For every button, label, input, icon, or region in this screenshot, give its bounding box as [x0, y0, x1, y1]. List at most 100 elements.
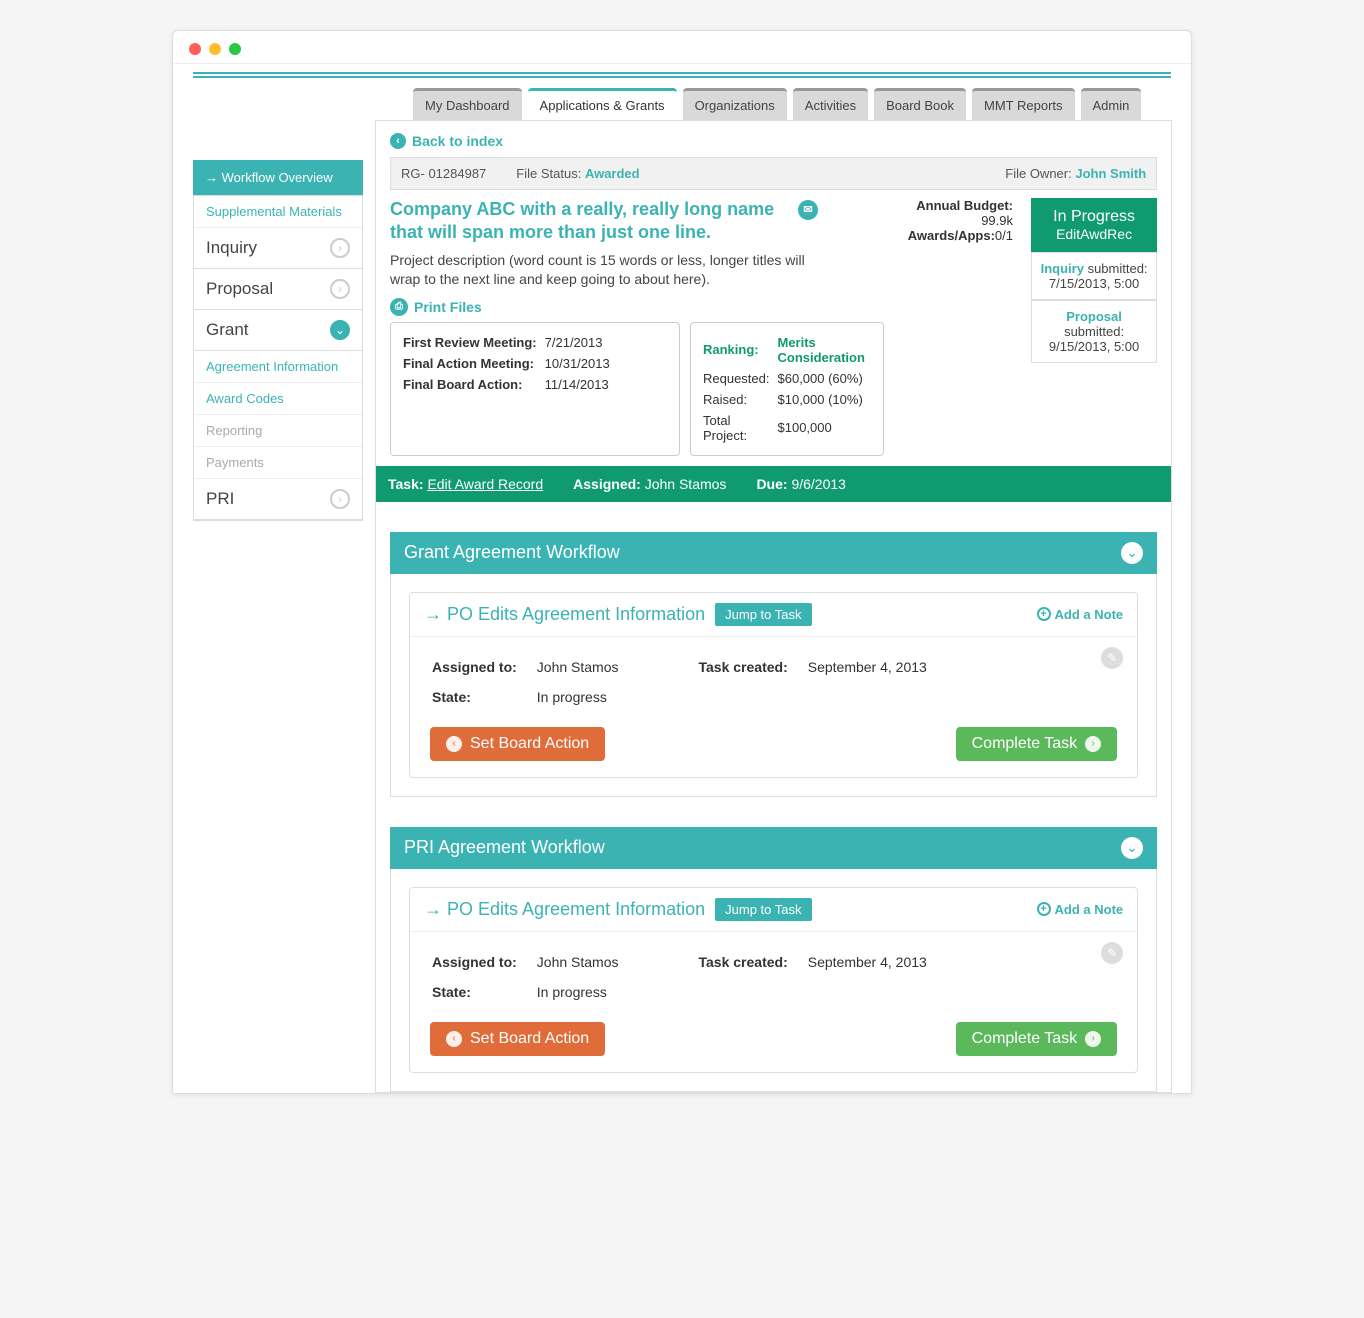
file-status-label: File Status: — [516, 166, 581, 181]
ranking-label: Ranking: — [703, 333, 776, 367]
browser-chrome — [173, 31, 1191, 64]
workflow-header[interactable]: Grant Agreement Workflow ⌄ — [390, 532, 1157, 574]
window-minimize-icon[interactable] — [209, 43, 221, 55]
set-board-action-button[interactable]: ‹Set Board Action — [430, 1022, 605, 1056]
edit-icon[interactable]: ✎ — [1101, 647, 1123, 669]
complete-task-button[interactable]: Complete Task› — [956, 727, 1118, 761]
workflow-panel: Grant Agreement Workflow ⌄ PO Edits Agreem… — [390, 532, 1157, 797]
tab-mmt-reports[interactable]: MMT Reports — [972, 88, 1075, 120]
file-status-value: Awarded — [585, 166, 640, 181]
add-note-button[interactable]: +Add a Note — [1037, 902, 1124, 917]
sidebar-header-label: Workflow Overview — [222, 170, 333, 185]
task-link[interactable]: Edit Award Record — [427, 476, 543, 492]
window-close-icon[interactable] — [189, 43, 201, 55]
chevron-right-icon: › — [330, 238, 350, 258]
complete-task-button[interactable]: Complete Task› — [956, 1022, 1118, 1056]
sidebar-stage-label: Proposal — [206, 279, 273, 299]
plus-icon: + — [1037, 607, 1051, 621]
arrow-left-icon: ‹ — [446, 736, 462, 752]
record-description: Project description (word count is 15 wo… — [390, 251, 810, 290]
workflow-panel: PRI Agreement Workflow ⌄ PO Edits Agreemen… — [390, 827, 1157, 1092]
sidebar-stage-proposal[interactable]: Proposal › — [194, 269, 362, 310]
sidebar-stage-pri[interactable]: PRI › — [194, 479, 362, 520]
task-bar: Task: Edit Award Record Assigned: John S… — [376, 466, 1171, 502]
meeting-value: 11/14/2013 — [545, 375, 616, 394]
sidebar-link-supplemental[interactable]: Supplemental Materials — [194, 196, 362, 228]
mail-icon[interactable]: ✉ — [798, 200, 818, 220]
window-maximize-icon[interactable] — [229, 43, 241, 55]
state-label: State: — [432, 978, 535, 1006]
ranking-row-label: Raised: — [703, 390, 776, 409]
sidebar-stage-inquiry[interactable]: Inquiry › — [194, 228, 362, 269]
task-card: PO Edits Agreement Information Jump to Ta… — [409, 592, 1138, 778]
main-content: ‹ Back to index RG- 01284987 File Status… — [375, 120, 1172, 1093]
tab-board-book[interactable]: Board Book — [874, 88, 966, 120]
arrow-left-icon: ‹ — [446, 1031, 462, 1047]
browser-window: My DashboardApplications & GrantsOrganiz… — [172, 30, 1192, 1094]
chevron-right-icon: › — [330, 279, 350, 299]
meeting-label: Final Action Meeting: — [403, 354, 543, 373]
status-inquiry: Inquiry submitted: 7/15/2013, 5:00 — [1031, 252, 1157, 300]
status-column: In Progress EditAwdRec Inquiry submitted… — [1031, 198, 1157, 456]
workflow-header[interactable]: PRI Agreement Workflow ⌄ — [390, 827, 1157, 869]
ranking-box: Ranking:Merits Consideration Requested:$… — [690, 322, 884, 456]
top-tabs: My DashboardApplications & GrantsOrganiz… — [413, 88, 1171, 120]
state-label: State: — [432, 683, 535, 711]
file-ref: RG- 01284987 — [401, 166, 486, 181]
ranking-value: Merits Consideration — [778, 333, 871, 367]
arrow-right-icon — [205, 170, 222, 185]
meeting-value: 10/31/2013 — [545, 354, 616, 373]
status-proposal: Proposalsubmitted: 9/15/2013, 5:00 — [1031, 300, 1157, 363]
print-files[interactable]: ⎙ Print Files — [390, 298, 884, 316]
state-value: In progress — [537, 683, 637, 711]
assigned-label: Assigned to: — [432, 948, 535, 976]
assigned-label: Assigned to: — [432, 653, 535, 681]
sidebar-stage-label: PRI — [206, 489, 234, 509]
budget-info: Annual Budget: 99.9k Awards/Apps:0/1 — [894, 198, 1021, 456]
divider — [193, 72, 1171, 78]
sidebar-header[interactable]: Workflow Overview — [193, 160, 363, 195]
assigned-value: John Stamos — [537, 653, 637, 681]
meeting-label: First Review Meeting: — [403, 333, 543, 352]
tab-admin[interactable]: Admin — [1081, 88, 1142, 120]
created-label: Task created: — [639, 948, 806, 976]
sidebar-stage-label: Inquiry — [206, 238, 257, 258]
chevron-down-icon[interactable]: ⌄ — [1121, 542, 1143, 564]
meetings-box: First Review Meeting:7/21/2013Final Acti… — [390, 322, 680, 456]
tab-applications-grants[interactable]: Applications & Grants — [528, 88, 677, 120]
task-title: PO Edits Agreement Information — [424, 899, 705, 920]
ranking-row-label: Requested: — [703, 369, 776, 388]
tab-organizations[interactable]: Organizations — [683, 88, 787, 120]
tab-my-dashboard[interactable]: My Dashboard — [413, 88, 522, 120]
chevron-down-icon: ⌄ — [330, 320, 350, 340]
sidebar-link-agreement-information[interactable]: Agreement Information — [194, 351, 362, 383]
ranking-row-value: $10,000 (10%) — [778, 390, 871, 409]
created-value: September 4, 2013 — [808, 948, 945, 976]
workflow-title: Grant Agreement Workflow — [404, 542, 620, 563]
state-value: In progress — [537, 978, 637, 1006]
sidebar-stage-grant[interactable]: Grant⌄ — [194, 310, 362, 351]
chevron-right-icon: › — [330, 489, 350, 509]
set-board-action-button[interactable]: ‹Set Board Action — [430, 727, 605, 761]
created-label: Task created: — [639, 653, 806, 681]
arrow-left-icon: ‹ — [390, 133, 406, 149]
sidebar: Workflow Overview Supplemental Materials… — [193, 160, 363, 1093]
file-bar: RG- 01284987 File Status: Awarded File O… — [390, 157, 1157, 190]
print-icon: ⎙ — [390, 298, 408, 316]
sidebar-link-reporting: Reporting — [194, 415, 362, 447]
file-owner-value[interactable]: John Smith — [1075, 166, 1146, 181]
created-value: September 4, 2013 — [808, 653, 945, 681]
jump-to-task-button[interactable]: Jump to Task — [715, 603, 811, 626]
sidebar-link-payments: Payments — [194, 447, 362, 479]
tab-activities[interactable]: Activities — [793, 88, 868, 120]
ranking-row-value: $60,000 (60%) — [778, 369, 871, 388]
task-title: PO Edits Agreement Information — [424, 604, 705, 625]
back-to-index[interactable]: ‹ Back to index — [390, 133, 1157, 149]
chevron-down-icon[interactable]: ⌄ — [1121, 837, 1143, 859]
task-card: PO Edits Agreement Information Jump to Ta… — [409, 887, 1138, 1073]
add-note-button[interactable]: +Add a Note — [1037, 607, 1124, 622]
jump-to-task-button[interactable]: Jump to Task — [715, 898, 811, 921]
sidebar-link-award-codes[interactable]: Award Codes — [194, 383, 362, 415]
workflow-title: PRI Agreement Workflow — [404, 837, 605, 858]
edit-icon[interactable]: ✎ — [1101, 942, 1123, 964]
